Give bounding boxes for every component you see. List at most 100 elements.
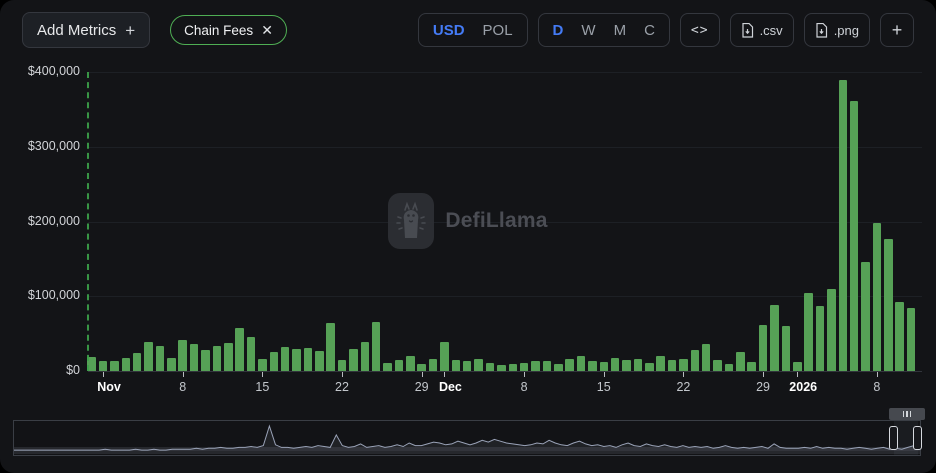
interval-option-cumulative[interactable]: C [644,22,655,39]
chart-bar[interactable] [190,344,199,371]
gridline [88,296,922,297]
chart-bar[interactable] [770,305,779,372]
brush-right-handle[interactable] [913,426,922,450]
chart-bar[interactable] [600,362,609,371]
file-download-icon [815,23,828,38]
time-range-brush[interactable] [13,420,921,456]
chart-bar[interactable] [497,365,506,371]
chart-bar[interactable] [509,364,518,372]
download-png-button[interactable]: .png [804,13,870,47]
defillama-llama-icon [388,193,434,249]
chart-bar[interactable] [122,358,131,371]
chart-bar[interactable] [213,346,222,371]
chart-bar[interactable] [406,356,415,371]
chart-bar[interactable] [816,306,825,371]
code-icon: <> [691,23,709,38]
chart-bar[interactable] [679,359,688,371]
chart-bar[interactable] [270,352,279,371]
chart-bar[interactable] [691,350,700,371]
y-axis-label: $0 [0,363,80,377]
chart-bar[interactable] [224,343,233,371]
chart-bar[interactable] [474,359,483,371]
add-metrics-button[interactable]: Add Metrics + [22,12,150,48]
chart-bar[interactable] [565,359,574,371]
chart-bar[interactable] [725,364,734,372]
chart-bar[interactable] [99,361,108,372]
chart-bar[interactable] [110,361,119,371]
chart-bar[interactable] [201,350,210,371]
chart-bar[interactable] [793,362,802,371]
x-axis-tick [103,372,104,377]
chart-bar[interactable] [258,359,267,371]
chart-bar[interactable] [531,361,540,371]
chart-bar[interactable] [907,308,916,372]
chart-bar[interactable] [577,356,586,371]
chart-bar[interactable] [247,337,256,371]
chart-bar[interactable] [554,364,563,372]
chart-bar[interactable] [326,323,335,371]
chart-bar[interactable] [827,289,836,371]
more-button[interactable]: + [880,13,914,47]
chart-bar[interactable] [133,353,142,371]
chart-bar[interactable] [167,358,176,372]
chart-bar[interactable] [372,322,381,371]
chart-bar[interactable] [804,293,813,371]
chart-bar[interactable] [281,347,290,371]
chart-bar[interactable] [747,362,756,371]
chart-bar[interactable] [383,363,392,371]
chart-bar[interactable] [292,349,301,371]
chart-bar[interactable] [736,352,745,371]
currency-option-pol[interactable]: POL [483,22,513,39]
x-axis-tick [444,372,445,377]
chart-bar[interactable] [713,360,722,371]
toolbar: Add Metrics + Chain Fees ✕ USD POL D W M… [22,11,914,49]
file-download-icon [741,23,754,38]
chart-bar[interactable] [315,351,324,371]
chart-bar[interactable] [702,344,711,371]
chart-bar[interactable] [759,325,768,371]
chart-bar[interactable] [144,342,153,371]
currency-option-usd[interactable]: USD [433,22,465,39]
chart-bar[interactable] [634,359,643,371]
x-axis-label: 15 [255,380,269,394]
plus-icon: + [892,20,903,41]
chart-bar[interactable] [520,363,529,371]
interval-option-weekly[interactable]: W [581,22,595,39]
chart-bar[interactable] [361,342,370,371]
chart-bar[interactable] [417,364,426,372]
chart-bar[interactable] [349,349,358,371]
interval-option-monthly[interactable]: M [614,22,627,39]
embed-button[interactable]: <> [680,13,720,47]
chart-bar[interactable] [440,342,449,371]
chart-bar[interactable] [782,326,791,371]
chart-bar[interactable] [156,346,165,371]
brush-left-handle[interactable] [889,426,898,450]
x-axis-label: 15 [597,380,611,394]
chart-bar[interactable] [463,361,472,372]
chart-bar[interactable] [486,363,495,371]
csv-label: .csv [760,23,783,38]
chart-bar[interactable] [622,360,631,371]
download-csv-button[interactable]: .csv [730,13,794,47]
x-axis-tick [342,372,343,377]
chart-bar[interactable] [235,328,244,371]
chart-bar[interactable] [645,363,654,371]
chart-bar[interactable] [304,348,313,371]
chart-bar[interactable] [611,358,620,372]
toolbar-right: USD POL D W M C <> .csv [418,13,914,47]
chart-bar[interactable] [338,360,347,371]
metric-pill-chain-fees[interactable]: Chain Fees ✕ [170,15,287,45]
chart-bar[interactable] [543,361,552,372]
chart-bar[interactable] [452,360,461,371]
chart-bar[interactable] [588,361,597,372]
chart-bar[interactable] [668,360,677,371]
chart-bar[interactable] [884,239,893,371]
chart-bar[interactable] [178,340,187,371]
chart-bar[interactable] [861,262,870,371]
chart-bar[interactable] [895,302,904,371]
chart-bar[interactable] [395,360,404,371]
interval-option-daily[interactable]: D [553,22,564,39]
chart-bar[interactable] [656,356,665,371]
close-icon[interactable]: ✕ [261,22,273,39]
chart-bar[interactable] [429,359,438,371]
